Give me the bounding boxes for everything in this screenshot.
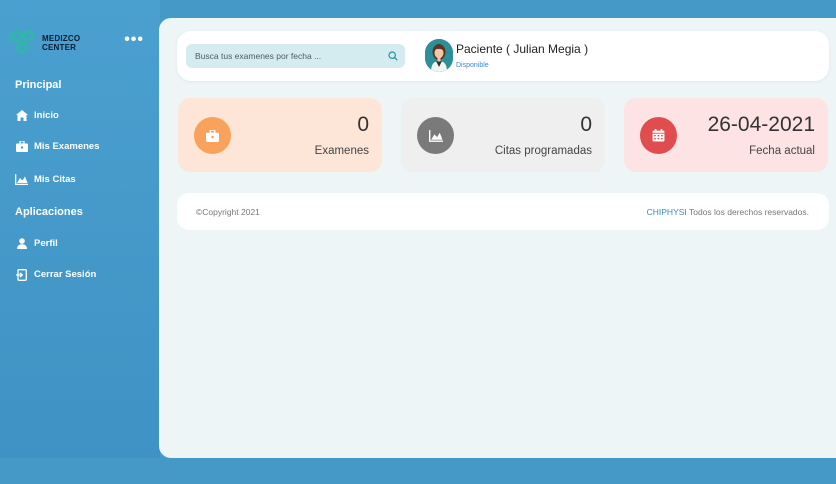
section-title-principal: Principal <box>15 79 62 91</box>
main-content: Paciente ( Julian Megia ) Disponible 0 E… <box>159 18 836 458</box>
home-icon <box>15 109 28 122</box>
sidebar-item-mis-citas[interactable]: Mis Citas <box>15 173 76 186</box>
stat-card-fecha[interactable]: 26-04-2021 Fecha actual <box>624 98 828 172</box>
footer: ©Copyright 2021 CHIPHYSI Todos los derec… <box>177 193 829 230</box>
sidebar-item-label: Inicio <box>34 110 59 121</box>
stat-value: 0 <box>580 113 592 136</box>
stat-label: Examenes <box>314 145 369 157</box>
logout-icon <box>15 268 28 281</box>
briefcase-icon <box>194 117 231 154</box>
footer-rights: CHIPHYSI Todos los derechos reservados. <box>647 207 809 217</box>
calendar-icon <box>640 117 677 154</box>
search-icon[interactable] <box>381 51 405 61</box>
stat-label: Fecha actual <box>749 145 815 157</box>
user-icon <box>15 237 28 250</box>
sidebar-item-label: Mis Citas <box>34 174 76 185</box>
sidebar-item-label: Cerrar Sesión <box>34 269 97 280</box>
sidebar: MEDIZCO CENTER ••• Principal Inicio Mis … <box>0 0 160 458</box>
sidebar-item-label: Perfil <box>34 238 58 249</box>
search-input[interactable] <box>186 44 381 68</box>
avatar[interactable] <box>425 39 453 72</box>
sidebar-item-cerrar-sesion[interactable]: Cerrar Sesión <box>15 268 96 281</box>
footer-brand-link[interactable]: CHIPHYSI <box>647 207 687 217</box>
stat-value: 0 <box>357 113 369 136</box>
area-chart-icon <box>15 173 28 186</box>
footer-copyright: ©Copyright 2021 <box>196 207 260 217</box>
area-chart-icon <box>417 117 454 154</box>
sidebar-item-perfil[interactable]: Perfil <box>15 237 58 250</box>
user-name: Paciente ( Julian Megia ) <box>456 42 589 56</box>
sidebar-item-mis-examenes[interactable]: Mis Examenes <box>15 140 99 153</box>
top-bar: Paciente ( Julian Megia ) Disponible <box>177 31 829 81</box>
logo-text: MEDIZCO CENTER <box>42 34 80 52</box>
section-title-aplicaciones: Aplicaciones <box>15 206 83 218</box>
footer-rights-text: Todos los derechos reservados. <box>686 207 809 217</box>
stat-card-citas[interactable]: 0 Citas programadas <box>401 98 605 172</box>
sidebar-item-label: Mis Examenes <box>34 141 100 152</box>
logo-mark-icon <box>8 28 38 58</box>
more-dots-icon[interactable]: ••• <box>124 32 144 48</box>
user-status: Disponible <box>456 62 489 69</box>
sidebar-item-inicio[interactable]: Inicio <box>15 109 59 122</box>
logo-text-line1: MEDIZCO <box>42 34 81 43</box>
stat-value: 26-04-2021 <box>707 113 815 136</box>
stat-card-examenes[interactable]: 0 Examenes <box>178 98 382 172</box>
stat-label: Citas programadas <box>494 145 592 157</box>
briefcase-icon <box>15 140 28 153</box>
search-box <box>186 44 405 68</box>
logo-text-line2: CENTER <box>42 43 77 52</box>
